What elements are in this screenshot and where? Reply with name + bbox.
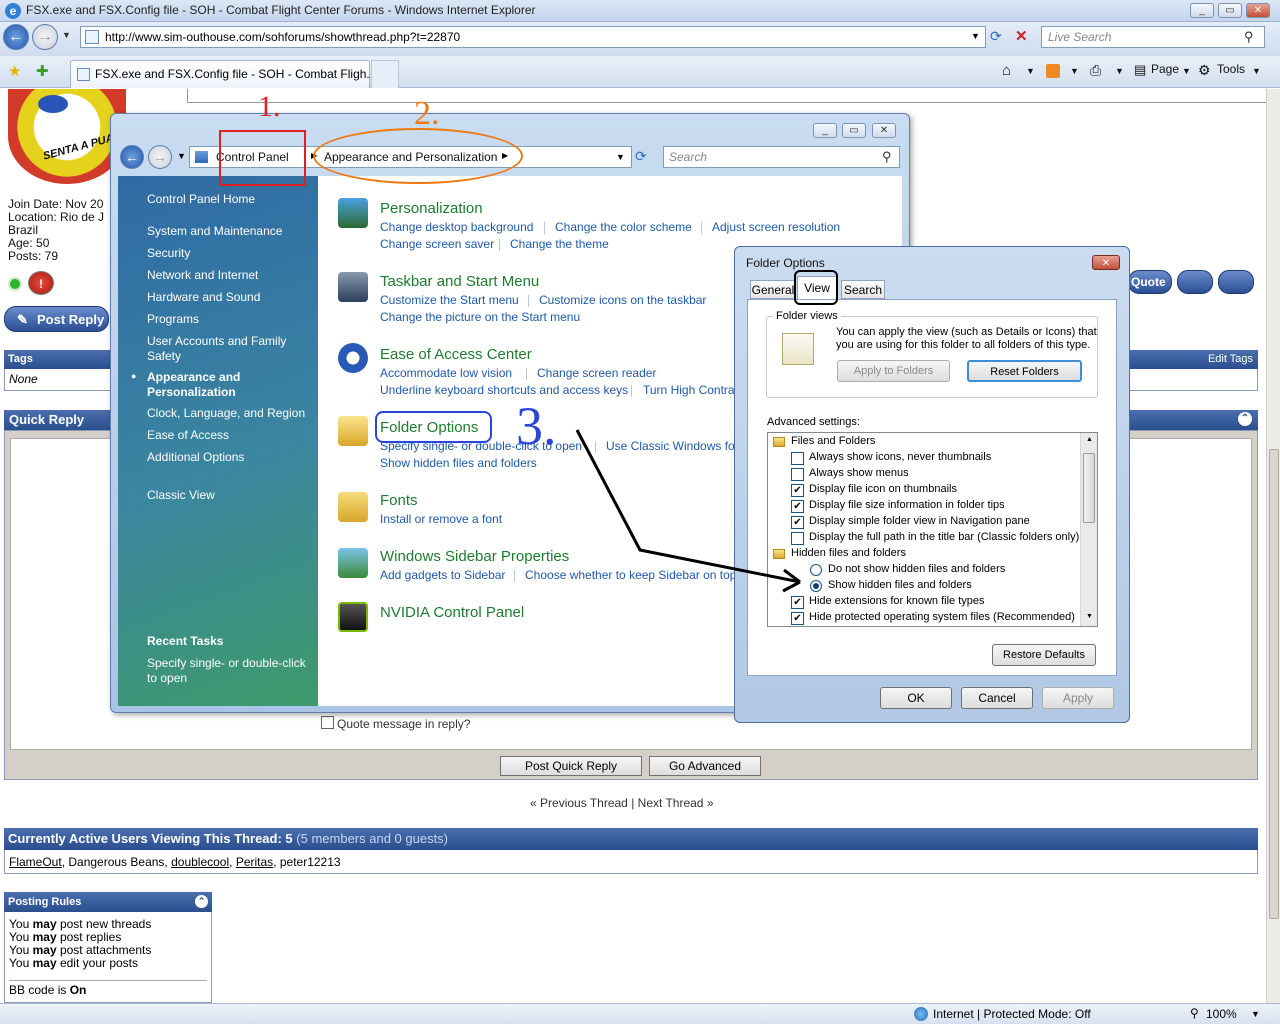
zoom-level[interactable]: 100% <box>1206 1007 1237 1021</box>
security-zone-text[interactable]: Internet | Protected Mode: Off <box>933 1007 1091 1021</box>
internet-zone-icon <box>914 1007 928 1021</box>
zoom-icon: ⚲ <box>1190 1006 1199 1020</box>
status-bar: Internet | Protected Mode: Off ⚲ 100% ▼ <box>0 1003 1280 1024</box>
zoom-dropdown-icon[interactable]: ▼ <box>1251 1009 1260 1019</box>
annotation-arrow <box>575 429 801 593</box>
